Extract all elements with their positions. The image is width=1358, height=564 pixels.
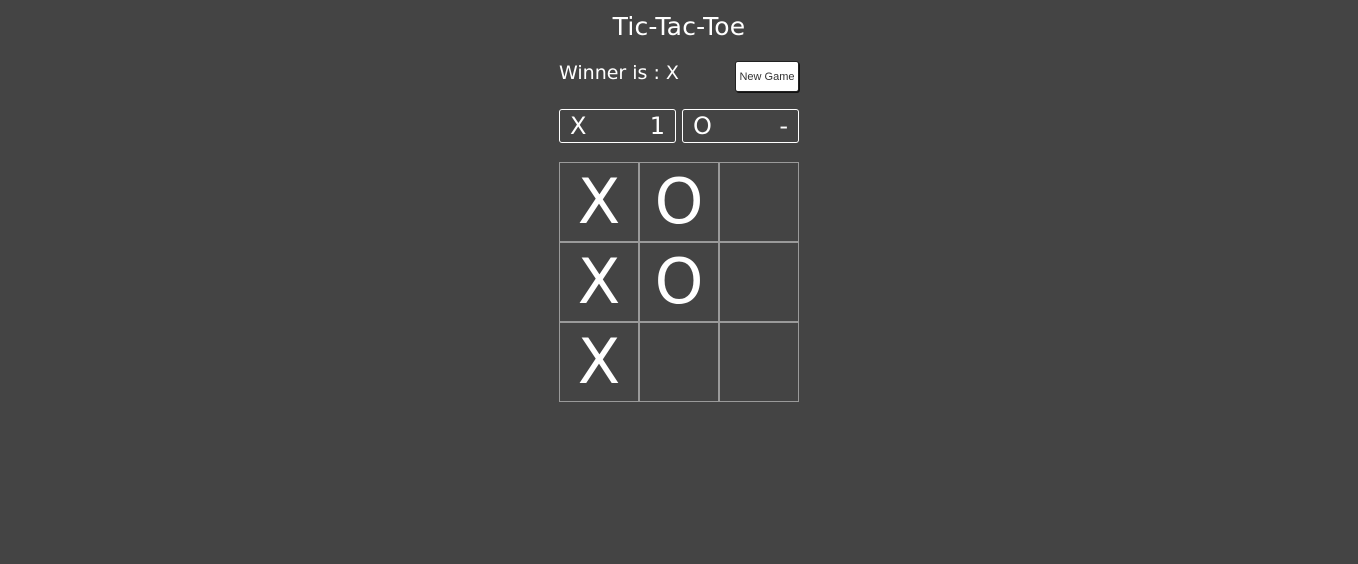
board-cell-5[interactable] [719, 242, 799, 322]
status-row: Winner is : X New Game [559, 61, 799, 93]
board-cell-0[interactable]: X [559, 162, 639, 242]
score-box-x: X 1 [559, 109, 676, 143]
board-cell-2[interactable] [719, 162, 799, 242]
board-cell-8[interactable] [719, 322, 799, 402]
board-cell-7[interactable] [639, 322, 719, 402]
game-board: X O X O X [559, 162, 799, 402]
board-cell-4[interactable]: O [639, 242, 719, 322]
winner-status: Winner is : X [559, 62, 679, 84]
game-title: Tic-Tac-Toe [612, 12, 746, 41]
score-player-o: O [693, 112, 712, 140]
score-player-x: X [570, 112, 587, 140]
new-game-button[interactable]: New Game [735, 61, 799, 92]
board-cell-1[interactable]: O [639, 162, 719, 242]
board-cell-6[interactable]: X [559, 322, 639, 402]
score-box-o: O - [682, 109, 799, 143]
score-value-o: - [779, 112, 788, 140]
board-cell-3[interactable]: X [559, 242, 639, 322]
score-value-x: 1 [649, 112, 665, 140]
scoreboard: X 1 O - [559, 109, 799, 143]
